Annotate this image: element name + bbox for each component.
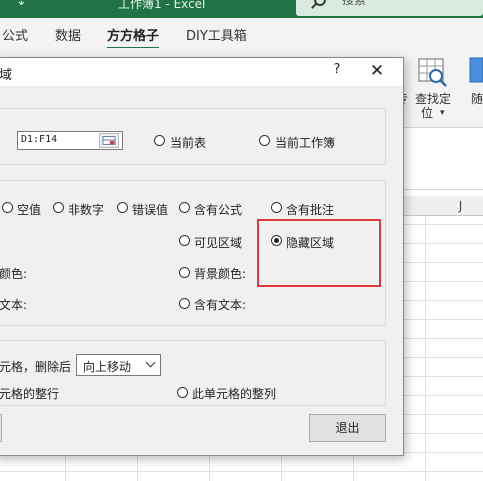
- contains-text-radio[interactable]: [179, 298, 190, 309]
- current-workbook-label: 当前工作簿: [275, 136, 336, 150]
- bg-color-radio[interactable]: [179, 267, 190, 278]
- search-placeholder: 搜索: [342, 0, 367, 7]
- entire-row-label: 元格的整行: [0, 387, 60, 401]
- entire-column-radio[interactable]: [177, 387, 188, 398]
- visible-area-radio[interactable]: [179, 235, 190, 246]
- random-tool-icon[interactable]: [468, 56, 483, 86]
- chevron-down-icon: ▾: [440, 108, 445, 118]
- ribbon-tabs: 公式 数据 方方格子 DIY工具箱: [0, 18, 483, 50]
- font-color-label: 颜色:: [0, 267, 28, 281]
- partial-button[interactable]: [0, 414, 2, 442]
- contains-comment-label: 含有批注: [286, 203, 335, 217]
- quick-access-icon[interactable]: ⇣: [16, 0, 27, 9]
- dialog-title-bar: 域 ? ✕: [0, 58, 403, 86]
- tab-diy-toolbox[interactable]: DIY工具箱: [186, 25, 247, 44]
- exit-button[interactable]: 退出: [309, 414, 386, 442]
- current-sheet-radio[interactable]: [154, 135, 165, 146]
- title-bar: ⇣ 工作簿1 - Excel 搜索: [0, 0, 483, 18]
- error-value-radio[interactable]: [117, 202, 128, 213]
- close-icon[interactable]: ✕: [365, 61, 389, 83]
- non-numeric-label: 非数字: [68, 203, 105, 217]
- text-label: 文本:: [0, 298, 28, 312]
- find-locate-label-1: 查找定: [415, 92, 452, 106]
- column-header-j[interactable]: J: [425, 196, 483, 216]
- tab-data[interactable]: 数据: [55, 25, 81, 44]
- error-value-label: 错误值: [132, 203, 169, 217]
- direction-select-value: 向上移动: [83, 360, 132, 374]
- find-locate-label-2: 位: [421, 106, 434, 120]
- visible-area-label: 可见区域: [194, 236, 243, 250]
- contains-formula-radio[interactable]: [179, 202, 190, 213]
- contains-text-label: 含有文本:: [194, 298, 247, 312]
- contains-comment-radio[interactable]: [271, 202, 282, 213]
- search-icon: [314, 0, 326, 6]
- chevron-down-icon: [145, 357, 156, 368]
- range-picker-icon[interactable]: [99, 133, 119, 148]
- bg-color-label: 背景颜色:: [194, 267, 247, 281]
- current-sheet-label: 当前表: [170, 136, 207, 150]
- dialog-title: 域: [0, 68, 13, 83]
- tab-formulas[interactable]: 公式: [2, 25, 28, 44]
- direction-select[interactable]: 向上移动: [76, 354, 161, 376]
- find-locate-icon: [418, 58, 447, 87]
- document-title: 工作簿1 - Excel: [118, 0, 206, 11]
- delete-cell-label: 元格，删除后: [0, 360, 72, 374]
- non-numeric-radio[interactable]: [53, 202, 64, 213]
- help-button[interactable]: ?: [325, 62, 349, 82]
- ribbon-partial-label-right: 随: [471, 92, 483, 106]
- search-box[interactable]: 搜索: [296, 0, 483, 16]
- highlight-annotation: [257, 219, 381, 287]
- current-workbook-radio[interactable]: [259, 135, 270, 146]
- tab-fangfang[interactable]: 方方格子: [107, 25, 160, 50]
- empty-radio[interactable]: [2, 202, 13, 213]
- empty-label: 空值: [17, 203, 42, 217]
- entire-column-label: 此单元格的整列: [192, 387, 277, 401]
- contains-formula-label: 含有公式: [194, 203, 243, 217]
- locate-dialog: 域 ? ✕ D1:F14 当前表 当前工作簿 空值 非数字 错误值 含有公式 含…: [0, 57, 404, 456]
